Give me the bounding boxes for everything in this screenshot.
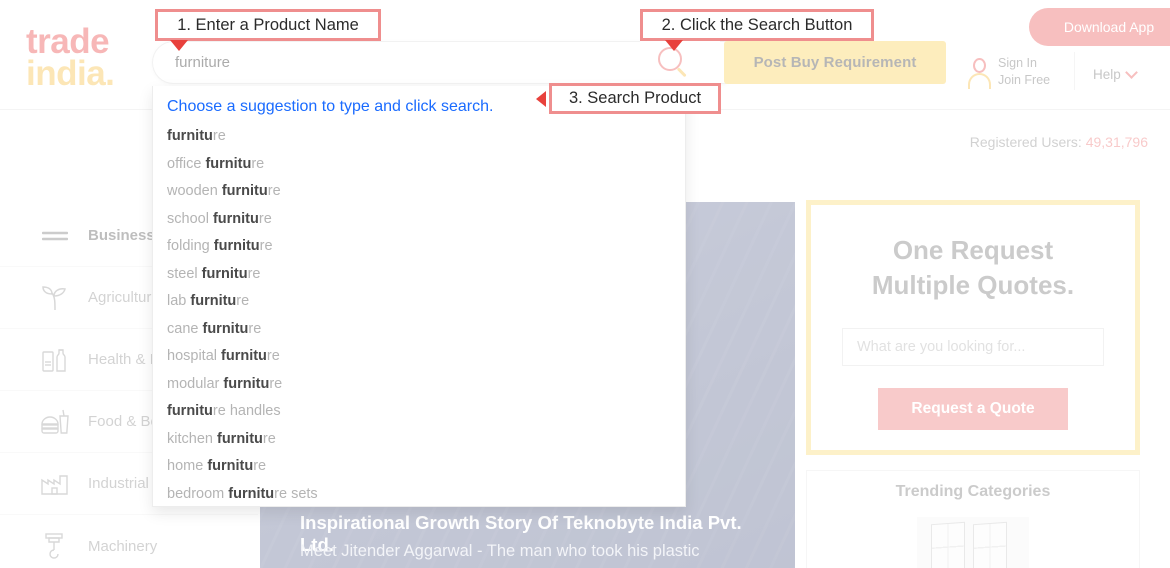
factory-icon	[38, 469, 72, 499]
suggestion-item[interactable]: folding furniture	[153, 233, 685, 261]
registered-users-value: 49,31,796	[1085, 134, 1148, 150]
request-quote-card: One Request Multiple Quotes. What are yo…	[806, 200, 1140, 455]
window-panels-image[interactable]	[917, 517, 1029, 568]
suggestion-match: furnitu	[202, 320, 249, 337]
burger-drink-icon	[38, 407, 72, 437]
bottle-box-icon	[38, 345, 72, 375]
join-free-link[interactable]: Join Free	[998, 72, 1050, 89]
registered-users-stat: Registered Users: 49,31,796	[970, 134, 1148, 150]
quote-search-input[interactable]: What are you looking for...	[842, 328, 1104, 367]
annotation-step-3: 3. Search Product	[549, 83, 721, 114]
suggestion-item[interactable]: hospital furniture	[153, 343, 685, 371]
trending-categories-card: Trending Categories	[806, 470, 1140, 568]
suggestion-item[interactable]: wooden furniture	[153, 178, 685, 206]
crane-hook-icon	[38, 531, 72, 561]
quote-title-line2: Multiple Quotes.	[871, 269, 1075, 300]
magnifier-icon	[658, 47, 688, 77]
suggestion-item[interactable]: home furniture	[153, 453, 685, 481]
sidebar-item-machinery[interactable]: Machinery	[0, 515, 258, 568]
sidebar-item-label: Machinery	[88, 537, 158, 555]
suggestion-item[interactable]: furniture handles	[153, 398, 685, 426]
banner-subline: Meet Jitender Aggarwal - The man who too…	[300, 542, 700, 560]
search-suggestions-dropdown: Choose a suggestion to type and click se…	[152, 86, 686, 507]
user-icon	[968, 57, 992, 89]
suggestion-match: furnitu	[213, 238, 260, 254]
suggestions-list: furniture office furniture wooden furnitur…	[153, 121, 685, 516]
chevron-down-icon	[1124, 66, 1138, 79]
suggestion-match: furnitu	[167, 403, 213, 419]
quote-title-line1: One Request	[892, 235, 1054, 265]
logo-line-india: india.	[26, 54, 115, 94]
suggestion-match: furnitu	[167, 128, 213, 144]
account-menu[interactable]: Sign In Join Free	[968, 55, 1050, 89]
hamburger-menu-icon	[38, 221, 72, 251]
suggestion-match: furnitu	[221, 348, 267, 364]
annotation-arrow-3	[536, 91, 546, 107]
suggestion-item[interactable]: lab furniture	[153, 288, 685, 316]
suggestion-item[interactable]: furniture	[153, 123, 685, 151]
download-app-button[interactable]: Download App	[1029, 8, 1170, 46]
quote-card-title: One Request Multiple Quotes.	[811, 233, 1135, 302]
suggestion-match: furnitu	[221, 183, 268, 199]
suggestion-match: furnitu	[228, 485, 275, 502]
annotation-arrow-2	[665, 40, 683, 51]
account-labels: Sign In Join Free	[998, 55, 1050, 89]
help-menu[interactable]: Help	[1093, 66, 1138, 82]
page-root: trade india. furniture Post Buy Requirem…	[0, 0, 1170, 568]
suggestion-item[interactable]: cane furniture	[153, 316, 685, 344]
suggestion-match: furnitu	[205, 155, 252, 172]
request-quote-button[interactable]: Request a Quote	[878, 388, 1068, 431]
plant-sprout-icon	[38, 283, 72, 313]
suggestion-item[interactable]: steel furniture	[153, 261, 685, 289]
sidebar-item-label: Agriculture	[88, 289, 160, 306]
annotation-arrow-1	[170, 40, 188, 51]
suggestion-match: furnitu	[223, 375, 270, 392]
suggestion-item[interactable]: modular furniture	[153, 371, 685, 399]
sign-in-link[interactable]: Sign In	[998, 55, 1050, 72]
suggestion-item[interactable]: office furniture	[153, 151, 685, 179]
registered-users-label: Registered Users:	[969, 134, 1082, 150]
suggestion-match: furnitu	[207, 458, 254, 474]
suggestion-item[interactable]: bedroom furniture sets	[153, 481, 685, 509]
suggestion-match: furnitu	[190, 293, 237, 309]
annotation-step-2: 2. Click the Search Button	[640, 9, 874, 41]
tradeindia-logo[interactable]: trade india.	[26, 24, 141, 94]
annotation-step-1: 1. Enter a Product Name	[155, 9, 381, 41]
search-input-value: furniture	[175, 54, 231, 71]
suggestion-match: furnitu	[201, 265, 248, 282]
suggestion-item[interactable]: school furniture	[153, 206, 685, 234]
suggestion-item[interactable]: kitchen furniture	[153, 426, 685, 454]
help-label: Help	[1093, 67, 1121, 82]
trending-categories-title: Trending Categories	[895, 483, 1051, 500]
suggestion-match: furnitu	[212, 210, 259, 227]
suggestion-match: furnitu	[216, 430, 263, 447]
post-buy-requirement-button[interactable]: Post Buy Requirement	[724, 41, 946, 84]
header-vertical-divider	[1074, 52, 1075, 90]
